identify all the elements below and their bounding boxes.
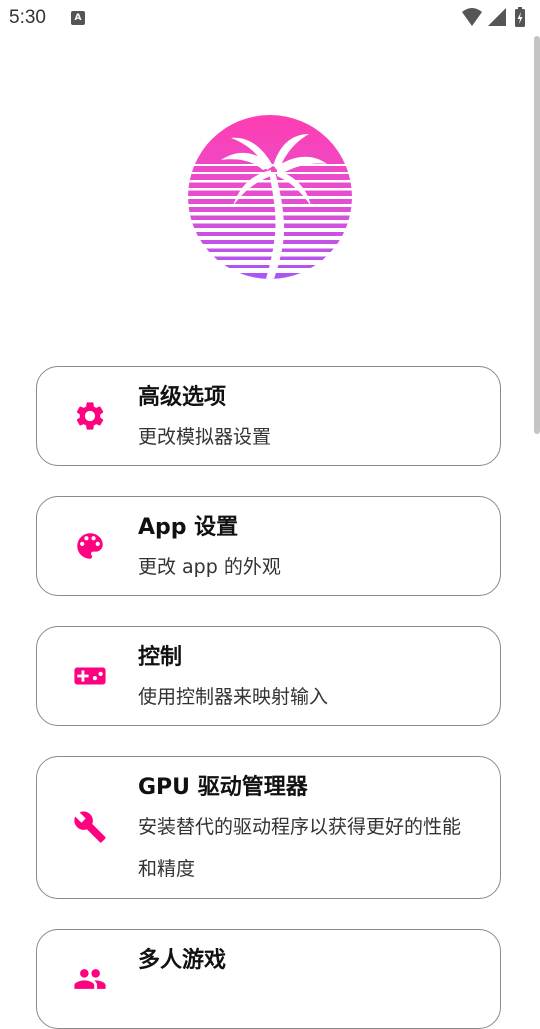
menu-card-app-settings[interactable]: App 设置 更改 app 的外观 [36, 496, 501, 596]
status-time: 5:30 [9, 7, 46, 28]
wrench-icon [73, 810, 107, 844]
card-description: 安装替代的驱动程序以获得更好的性能和精度 [138, 816, 462, 880]
gamepad-icon [73, 659, 107, 693]
menu-card-controls[interactable]: 控制 使用控制器来映射输入 [36, 626, 501, 726]
menu-card-multiplayer[interactable]: 多人游戏 [36, 929, 501, 1029]
card-title: App 设置 [138, 515, 239, 540]
multiplayer-icon [73, 962, 107, 996]
card-title: 控制 [138, 645, 183, 670]
scrollbar[interactable] [534, 36, 540, 434]
card-title: GPU 驱动管理器 [138, 775, 308, 800]
card-description: 更改 app 的外观 [138, 556, 281, 578]
card-title: 多人游戏 [138, 948, 227, 973]
cell-signal-icon [488, 8, 506, 26]
card-description: 使用控制器来映射输入 [138, 686, 329, 708]
card-description: 更改模拟器设置 [138, 426, 272, 448]
wifi-icon [462, 8, 482, 26]
status-bar: 5:30 A [0, 0, 540, 36]
gear-icon [73, 399, 107, 433]
status-icons [462, 7, 532, 29]
palette-icon [73, 529, 107, 563]
card-title: 高级选项 [138, 385, 227, 410]
menu-card-advanced-options[interactable]: 高级选项 更改模拟器设置 [36, 366, 501, 466]
menu-card-gpu-driver-manager[interactable]: GPU 驱动管理器 安装替代的驱动程序以获得更好的性能和精度 [36, 756, 501, 899]
app-notification-icon: A [71, 11, 85, 25]
palm-tree-sunset-logo [187, 114, 353, 280]
battery-charging-icon [515, 7, 525, 27]
